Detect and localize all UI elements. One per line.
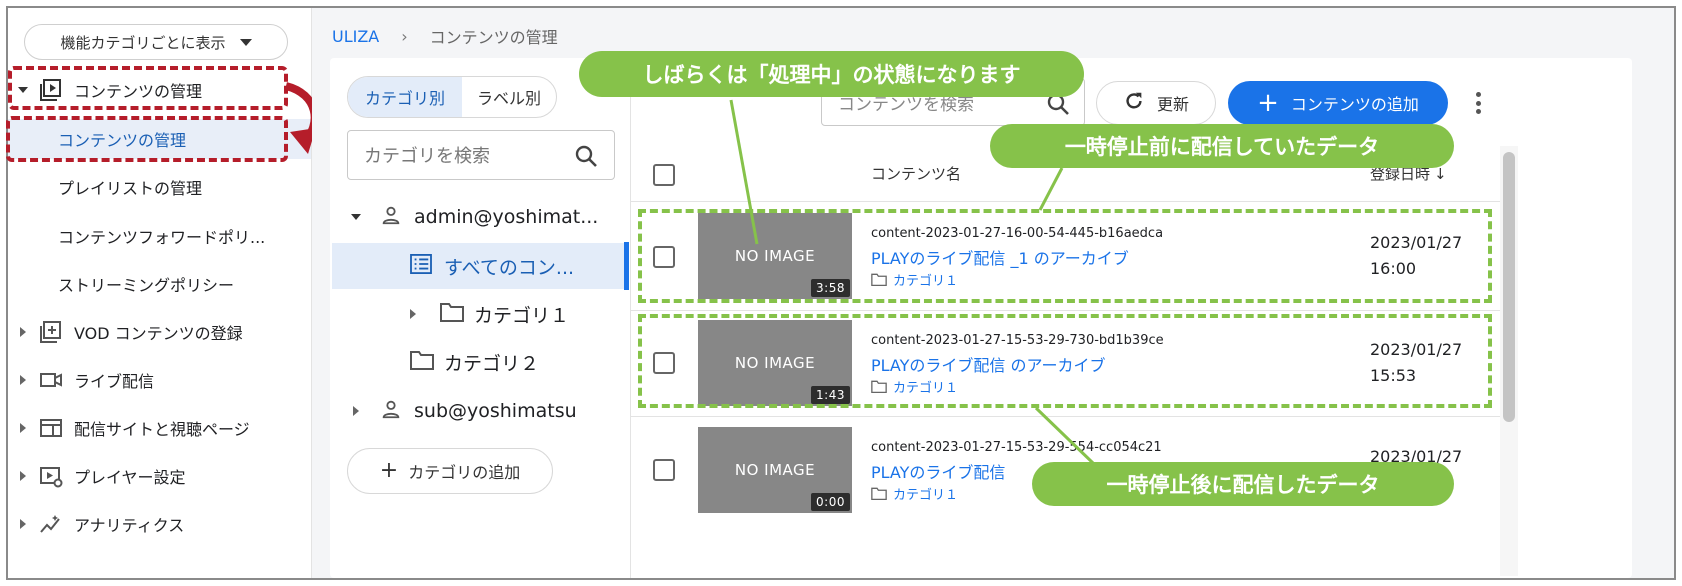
callout-before-pause: 一時停止前に配信していたデータ bbox=[990, 124, 1454, 168]
callout-after-pause: 一時停止後に配信したデータ bbox=[1032, 462, 1454, 506]
callout-processing: しばらくは「処理中」の状態になります bbox=[579, 51, 1084, 97]
